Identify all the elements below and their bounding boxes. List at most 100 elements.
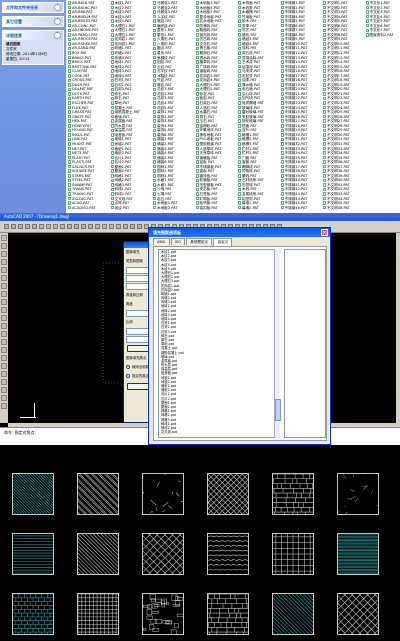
toolbar-button[interactable] [32, 224, 37, 229]
draw-tool-button[interactable] [1, 259, 7, 265]
file-name: ESCHER.PAT [72, 101, 94, 106]
toolbar-button[interactable] [88, 224, 93, 229]
pat-file-icon [153, 196, 156, 201]
file-name: 不锈钢31.PAT [284, 137, 308, 142]
pat-file-icon [195, 55, 199, 60]
draw-tool-button[interactable] [1, 283, 7, 289]
pat-file-icon [195, 60, 199, 64]
chevron-down-icon[interactable]: ˅ [54, 18, 61, 25]
chevron-up-icon[interactable]: ˄ [54, 32, 61, 39]
draw-tool-button[interactable] [1, 387, 7, 393]
draw-tool-button[interactable] [1, 395, 7, 401]
file-name: 不文化3.PAT [369, 10, 391, 15]
pat-file-icon [195, 19, 199, 23]
tab-other-predefined[interactable]: 其他预定义 [186, 238, 213, 245]
toolbar-button[interactable] [123, 224, 128, 229]
draw-tool-button[interactable] [1, 331, 7, 337]
draw-tool-button[interactable] [1, 315, 7, 321]
file-name: 夹胶玻璃.PAT [242, 114, 264, 119]
pat-file-icon [68, 74, 71, 78]
pat-file-icon [153, 137, 156, 142]
pat-file-icon [195, 124, 199, 128]
pat-file-icon [365, 10, 369, 14]
close-icon[interactable]: × [321, 229, 328, 236]
file-name: 不锈钢9.PAT [284, 37, 306, 42]
toolbar-button[interactable] [60, 224, 65, 229]
pat-file-icon [110, 28, 114, 33]
pat-file-icon [280, 23, 284, 28]
hatch-pattern-graphic [338, 474, 378, 514]
file-name: 屋面2.PAT [114, 169, 132, 174]
pat-file-icon [280, 33, 284, 37]
toolbar-button[interactable] [53, 224, 58, 229]
draw-tool-button[interactable] [1, 355, 7, 361]
draw-tool-button[interactable] [1, 363, 7, 369]
draw-tool-button[interactable] [1, 243, 7, 249]
file-name: 不文明38.PAT [327, 169, 350, 174]
pat-file-icon [68, 137, 71, 142]
toolbar-button[interactable] [116, 224, 121, 229]
scrollbar-thumb[interactable] [275, 399, 281, 421]
file-name: 木纹4.PAT [114, 14, 132, 19]
toolbar-button[interactable] [95, 224, 100, 229]
draw-tool-button[interactable] [1, 235, 7, 241]
draw-tool-button[interactable] [1, 339, 7, 345]
toolbar-button[interactable] [102, 224, 107, 229]
toolbar-button[interactable] [4, 224, 9, 229]
task-panel-other-places[interactable]: 其它位置 ˅ [2, 16, 64, 27]
pattern-list-scrollbar[interactable] [274, 249, 281, 438]
toolbar-button[interactable] [81, 224, 86, 229]
file-item[interactable]: 不文明46.PAT [323, 206, 383, 211]
pat-file-icon [280, 105, 284, 110]
pat-file-icon [195, 78, 199, 83]
vertical-scrollbar[interactable] [396, 233, 400, 423]
toolbar-button[interactable] [18, 224, 23, 229]
tab-custom[interactable]: 自定义 [213, 238, 233, 246]
toolbar-button[interactable] [67, 224, 72, 229]
task-panel-file-tasks[interactable]: 文件和文件夹任务 ˄ [2, 2, 64, 13]
draw-tool-button[interactable] [1, 307, 7, 313]
toolbar-button[interactable] [25, 224, 30, 229]
file-name: 地毯2.PAT [114, 141, 132, 146]
toolbar-button[interactable] [137, 224, 142, 229]
pat-file-icon [323, 33, 326, 37]
file-name: 木线条.PAT [242, 5, 261, 10]
toolbar-button[interactable] [109, 224, 114, 229]
pat-file-icon [110, 101, 114, 105]
pat-file-icon [110, 78, 114, 83]
draw-tool-button[interactable] [1, 323, 7, 329]
file-name: 加气块.PAT [242, 96, 261, 101]
chevron-up-icon[interactable]: ˄ [54, 4, 61, 11]
draw-tool-button[interactable] [1, 347, 7, 353]
toolbar-button[interactable] [74, 224, 79, 229]
file-name: 装饰5.PAT [157, 128, 174, 133]
pat-file-icon [153, 169, 156, 173]
pattern-list[interactable]: 木纹1.pat 木纹2.pat 木纹3.pat 木纹4.pat 木纹5.pat 大理石1.… [158, 249, 276, 438]
pat-file-icon [68, 183, 71, 187]
toolbar-button[interactable] [130, 224, 135, 229]
tab-ansi[interactable]: ANSI [153, 238, 170, 245]
file-name: 不锈钢15.PAT [284, 64, 308, 69]
draw-tool-button[interactable] [1, 291, 7, 297]
draw-tool-button[interactable] [1, 379, 7, 385]
task-panel-details[interactable]: 详细信息 ˄ 填充图案 文件夹 修改日期: 2014年1月8日 星期四, 20:1… [2, 30, 64, 65]
draw-tool-button[interactable] [1, 267, 7, 273]
pat-file-icon [68, 155, 71, 160]
file-name: 硅藻泥.PAT [242, 64, 261, 69]
file-item[interactable]: 图库资料2.PAT [365, 33, 400, 38]
tab-iso[interactable]: ISO [170, 238, 185, 245]
draw-tool-button[interactable] [1, 275, 7, 281]
toolbar-button[interactable] [46, 224, 51, 229]
draw-tool-button[interactable] [1, 403, 7, 409]
toolbar-button[interactable] [39, 224, 44, 229]
pat-file-icon [280, 1, 284, 5]
pat-file-icon [110, 37, 114, 42]
task-pane: 文件和文件夹任务 ˄ 其它位置 ˅ 详细信息 ˄ 填充图案 文件夹 修改日期: 201… [0, 0, 66, 213]
toolbar-button[interactable] [11, 224, 16, 229]
hatch-pattern-graphic [143, 534, 183, 574]
draw-tool-button[interactable] [1, 299, 7, 305]
draw-tool-button[interactable] [1, 251, 7, 257]
draw-tool-button[interactable] [1, 371, 7, 377]
pattern-list-item[interactable]: 交叉线.pat [159, 430, 275, 434]
file-name: HEX.PAT [72, 119, 87, 124]
